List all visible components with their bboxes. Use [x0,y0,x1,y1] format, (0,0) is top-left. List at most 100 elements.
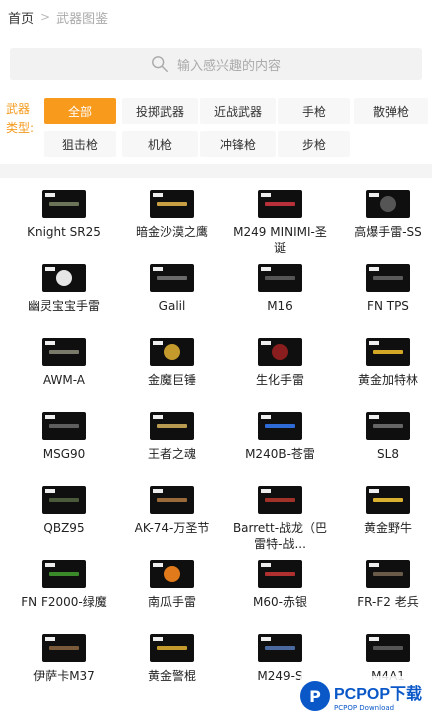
chip-throwing[interactable]: 投掷武器 [122,98,198,124]
grenade-icon [164,566,180,582]
weapon-name: MSG90 [42,447,86,461]
weapon-item[interactable]: AWM-A [10,338,118,388]
weapon-item[interactable]: M249 MINIMI-圣诞 [226,190,334,256]
weapon-item[interactable]: M60-赤银 [226,560,334,610]
weapon-thumbnail [258,486,302,514]
weapon-thumbnail [366,412,410,440]
weapon-item[interactable]: Barrett-战龙（巴雷特-战... [226,486,334,552]
weapon-item[interactable]: Knight SR25 [10,190,118,240]
weapon-name: Galil [158,299,186,313]
weapon-thumbnail [150,264,194,292]
search-placeholder: 输入感兴趣的内容 [176,58,281,74]
weapon-name: AWM-A [42,373,86,387]
gun-icon [265,276,295,280]
breadcrumb-home-link[interactable]: 首页 [8,8,34,27]
thumbnail-tag [369,267,379,271]
weapon-thumbnail [366,560,410,588]
weapon-thumbnail [150,560,194,588]
grenade-icon [272,344,288,360]
weapon-item[interactable]: 黄金加特林 [334,338,432,388]
weapon-thumbnail [366,338,410,366]
weapon-name: 黄金加特林 [357,373,418,387]
grenade-icon [164,344,180,360]
weapon-name: 暗金沙漠之鹰 [135,225,208,239]
weapon-thumbnail [366,190,410,218]
thumbnail-tag [45,415,55,419]
weapon-item[interactable]: 南瓜手雷 [118,560,226,610]
gun-icon [265,498,295,502]
breadcrumb-chevron-icon: > [40,10,51,24]
gun-icon [157,276,187,280]
thumbnail-tag [153,489,163,493]
thumbnail-tag [369,489,379,493]
thumbnail-tag [369,341,379,345]
search-input[interactable]: 输入感兴趣的内容 [10,48,422,80]
thumbnail-tag [261,637,271,641]
gun-icon [49,572,79,576]
weapon-thumbnail [258,338,302,366]
watermark-brand: PCPOP下载 [334,686,423,703]
search-bar: 输入感兴趣的内容 [0,34,432,92]
weapon-thumbnail [150,190,194,218]
thumbnail-tag [153,563,163,567]
thumbnail-tag [261,489,271,493]
breadcrumb-current: 武器图鉴 [56,11,109,27]
thumbnail-tag [261,267,271,271]
grenade-icon [56,270,72,286]
weapon-item[interactable]: 王者之魂 [118,412,226,462]
weapon-item[interactable]: FR-F2 老兵 [334,560,432,610]
weapon-item[interactable]: 高爆手雷-SS [334,190,432,240]
weapon-thumbnail [42,634,86,662]
gun-icon [49,498,79,502]
weapon-item[interactable]: 幽灵宝宝手雷 [10,264,118,314]
weapon-name: M16 [267,299,293,313]
grenade-icon [380,196,396,212]
chip-rifle[interactable]: 步枪 [278,131,350,157]
weapon-name: QBZ95 [43,521,85,535]
chip-smg[interactable]: 冲锋枪 [200,131,276,157]
weapon-item[interactable]: SL8 [334,412,432,462]
gun-icon [157,424,187,428]
weapon-name: SL8 [377,447,399,461]
thumbnail-tag [261,193,271,197]
weapon-grid: Knight SR25 暗金沙漠之鹰 M249 MINIMI-圣诞 高爆手雷-SS 幽灵… [0,178,432,720]
weapon-name: 生化手雷 [255,373,304,387]
weapon-name: Barrett-战龙（巴雷特-战... [232,521,328,551]
watermark-sub: PCPOP Download [334,704,395,712]
gun-icon [49,424,79,428]
chip-shotgun[interactable]: 散弹枪 [354,98,428,124]
thumbnail-tag [45,267,55,271]
weapon-item[interactable]: Galil [118,264,226,314]
weapon-item[interactable]: AK-74-万圣节 [118,486,226,536]
weapon-item[interactable]: 黄金警棍 [118,634,226,684]
weapon-item[interactable]: FN TPS [334,264,432,314]
gun-icon [265,646,295,650]
weapon-thumbnail [150,634,194,662]
chip-all[interactable]: 全部 [44,98,116,124]
weapon-item[interactable]: 伊萨卡M37 [10,634,118,684]
weapon-thumbnail [150,412,194,440]
weapon-item[interactable]: M16 [226,264,334,314]
thumbnail-tag [369,193,379,197]
gun-icon [265,572,295,576]
gun-icon [265,202,295,206]
weapon-thumbnail [42,338,86,366]
weapon-name: 高爆手雷-SS [354,225,422,239]
chip-melee[interactable]: 近战武器 [200,98,276,124]
weapon-item[interactable]: QBZ95 [10,486,118,536]
gun-icon [49,202,79,206]
weapon-name: 金魔巨锤 [147,373,196,387]
weapon-item[interactable]: 暗金沙漠之鹰 [118,190,226,240]
weapon-item[interactable]: M240B-苍雷 [226,412,334,462]
weapon-name: 黄金野牛 [363,521,412,535]
chip-sniper[interactable]: 狙击枪 [44,131,116,157]
weapon-item[interactable]: 生化手雷 [226,338,334,388]
weapon-item[interactable]: 金魔巨锤 [118,338,226,388]
gun-icon [373,646,403,650]
pcpop-logo-icon: P [300,681,330,711]
weapon-item[interactable]: 黄金野牛 [334,486,432,536]
chip-pistol[interactable]: 手枪 [278,98,350,124]
chip-machine-gun[interactable]: 机枪 [122,131,198,157]
weapon-item[interactable]: MSG90 [10,412,118,462]
weapon-item[interactable]: FN F2000-绿魔 [10,560,118,610]
